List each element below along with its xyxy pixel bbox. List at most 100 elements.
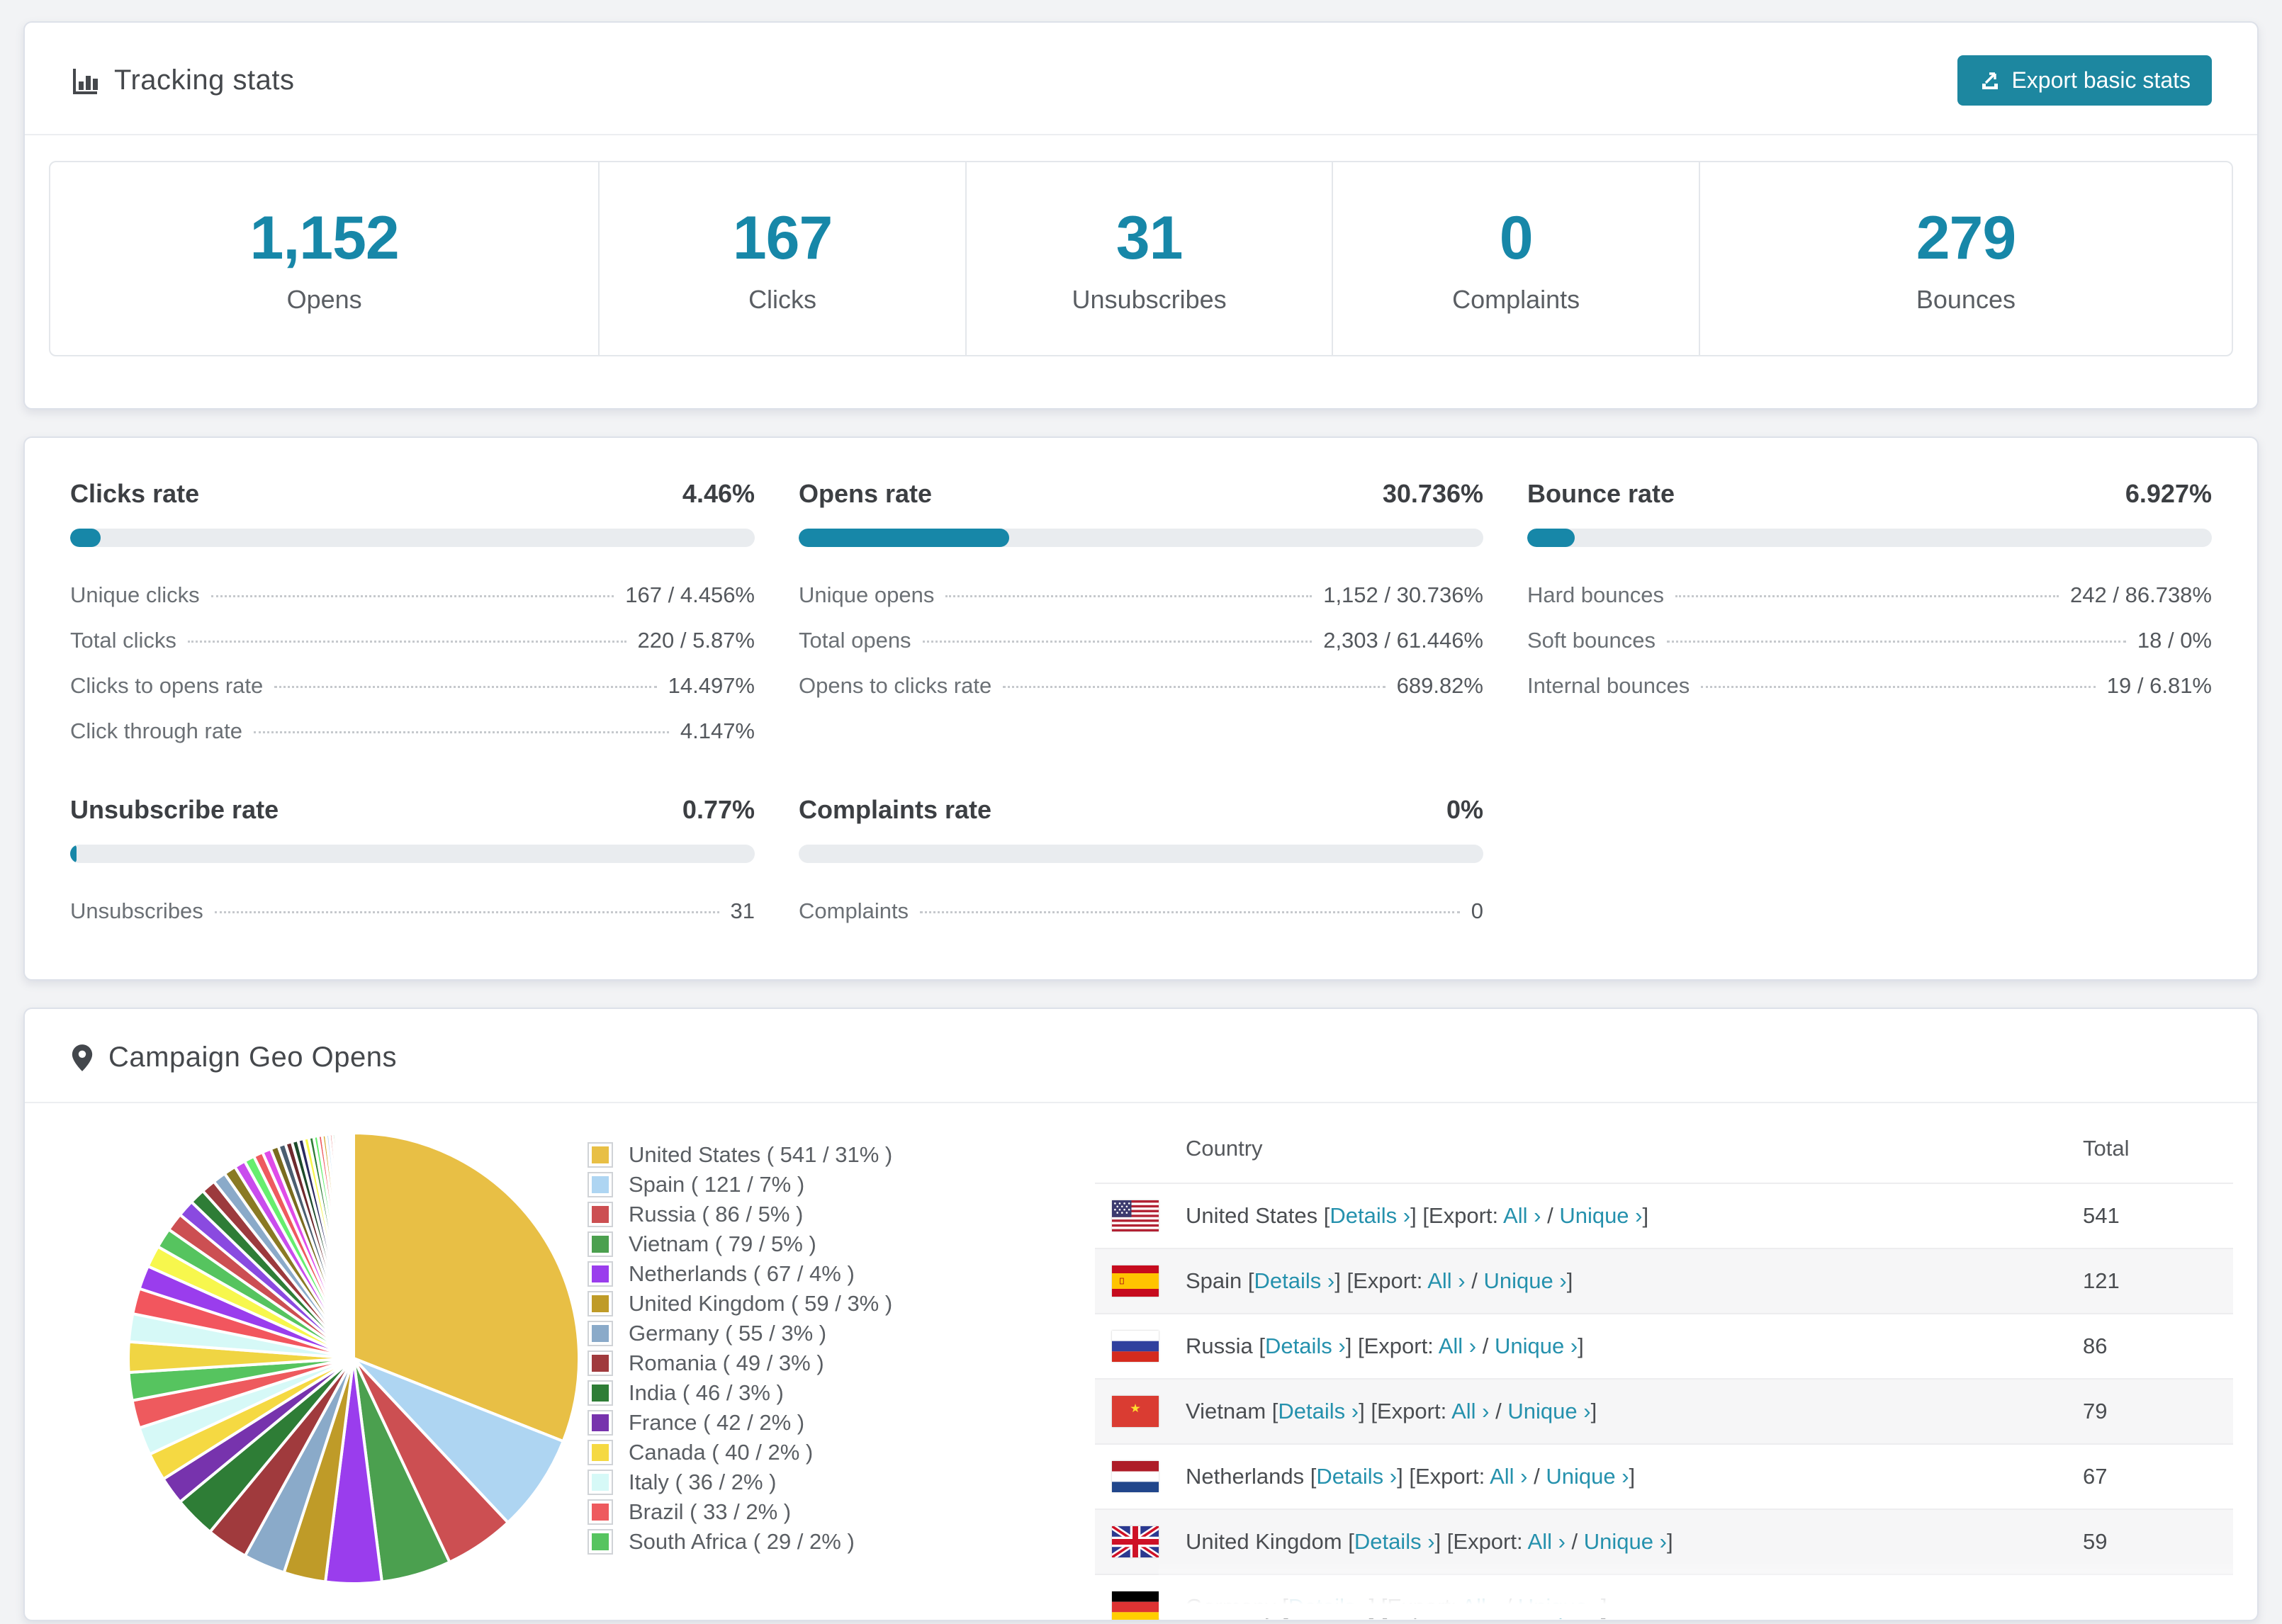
export-all-link[interactable]: All › (1490, 1464, 1527, 1489)
export-button-label: Export basic stats (2011, 67, 2191, 93)
complaints-rate-block: Complaints rate 0% Complaints 0 (799, 795, 1483, 934)
rate-row: Hard bounces 242 / 86.738% (1527, 573, 2212, 618)
country-flag-icon (1112, 1265, 1159, 1297)
export-all-link[interactable]: All › (1503, 1203, 1541, 1228)
export-all-link[interactable]: All › (1451, 1399, 1489, 1423)
rate-row-value: 220 / 5.87% (637, 628, 755, 653)
rate-row-value: 2,303 / 61.446% (1323, 628, 1483, 653)
export-unique-link[interactable]: Unique › (1484, 1268, 1567, 1293)
export-all-link[interactable]: All › (1427, 1268, 1465, 1293)
rate-row-label: Unique opens (799, 582, 935, 607)
rate-row-value: 14.497% (668, 673, 755, 698)
legend-item[interactable]: Italy ( 36 / 2% ) (588, 1467, 1084, 1497)
legend-item[interactable]: India ( 46 / 3% ) (588, 1378, 1084, 1408)
rate-row-value: 18 / 0% (2137, 628, 2212, 653)
legend-label: Russia ( 86 / 5% ) (629, 1202, 804, 1227)
clicks-rate-title: Clicks rate (70, 479, 200, 508)
details-link[interactable]: Details › (1316, 1464, 1397, 1489)
dotted-leader (253, 731, 669, 733)
geo-table-row: Netherlands [Details ›] [Export: All › /… (1095, 1443, 2233, 1509)
rate-row-label: Soft bounces (1527, 628, 1656, 653)
geo-opens-title: Campaign Geo Opens (108, 1042, 398, 1073)
export-unique-link[interactable]: Unique › (1507, 1399, 1590, 1423)
country-total: 59 (2083, 1529, 2108, 1554)
stat-complaints-label: Complaints (1452, 284, 1580, 314)
legend-item[interactable]: United Kingdom ( 59 / 3% ) (588, 1289, 1084, 1319)
geo-pie-chart[interactable] (120, 1124, 588, 1592)
country-total: 121 (2083, 1268, 2120, 1293)
details-link[interactable]: Details › (1330, 1203, 1410, 1228)
legend-label: Romania ( 49 / 3% ) (629, 1350, 824, 1375)
legend-swatch (588, 1410, 613, 1436)
export-unique-link[interactable]: Unique › (1584, 1529, 1667, 1554)
unsubscribe-rate-title: Unsubscribe rate (70, 795, 279, 824)
legend-item[interactable]: Brazil ( 33 / 2% ) (588, 1497, 1084, 1527)
legend-item[interactable]: Russia ( 86 / 5% ) (588, 1200, 1084, 1229)
clicks-rate-block: Clicks rate 4.46% Unique clicks 167 / 4.… (70, 479, 755, 754)
stat-complaints-value: 0 (1499, 203, 1534, 272)
export-unique-link[interactable]: Unique › (1518, 1594, 1601, 1619)
rate-row-label: Clicks to opens rate (70, 673, 264, 698)
rate-row: Unique opens 1,152 / 30.736% (799, 573, 1483, 618)
legend-item[interactable]: Germany ( 55 / 3% ) (588, 1319, 1084, 1348)
dotted-leader (1675, 595, 2059, 597)
country-name: United Kingdom (1186, 1529, 1342, 1554)
stat-complaints: 0 Complaints (1333, 162, 1700, 355)
stat-opens-value: 1,152 (249, 203, 400, 272)
legend-swatch (588, 1142, 613, 1168)
legend-swatch (588, 1321, 613, 1346)
details-link[interactable]: Details › (1288, 1594, 1369, 1619)
dotted-leader (1003, 686, 1386, 688)
legend-item[interactable]: United States ( 541 / 31% ) (588, 1140, 1084, 1170)
legend-item[interactable]: France ( 42 / 2% ) (588, 1408, 1084, 1438)
legend-item[interactable]: Vietnam ( 79 / 5% ) (588, 1229, 1084, 1259)
country-name: United States (1186, 1203, 1318, 1228)
export-unique-link[interactable]: Unique › (1495, 1333, 1578, 1358)
geo-pie-wrap (25, 1103, 588, 1596)
details-link[interactable]: Details › (1254, 1268, 1335, 1293)
legend-item[interactable]: Romania ( 49 / 3% ) (588, 1348, 1084, 1378)
export-unique-link[interactable]: Unique › (1546, 1464, 1629, 1489)
geo-pie-legend: United States ( 541 / 31% ) Spain ( 121 … (588, 1140, 1084, 1557)
legend-item[interactable]: Netherlands ( 67 / 4% ) (588, 1259, 1084, 1289)
clicks-rate-progress-fill (70, 529, 101, 547)
legend-item[interactable]: Canada ( 40 / 2% ) (588, 1438, 1084, 1467)
details-link[interactable]: Details › (1278, 1399, 1359, 1423)
dotted-leader (1666, 641, 2126, 643)
stat-unsubscribes: 31 Unsubscribes (967, 162, 1334, 355)
legend-swatch (588, 1350, 613, 1376)
export-basic-stats-button[interactable]: Export basic stats (1957, 55, 2212, 106)
legend-swatch (588, 1202, 613, 1227)
legend-label: Brazil ( 33 / 2% ) (629, 1499, 792, 1524)
legend-item[interactable]: Spain ( 121 / 7% ) (588, 1170, 1084, 1200)
dotted-leader (945, 595, 1313, 597)
rate-row: Clicks to opens rate 14.497% (70, 663, 755, 709)
export-all-link[interactable]: All › (1439, 1333, 1476, 1358)
country-total: 67 (2083, 1464, 2108, 1489)
rate-row-value: 0 (1471, 898, 1483, 923)
stat-clicks: 167 Clicks (600, 162, 967, 355)
legend-item[interactable]: South Africa ( 29 / 2% ) (588, 1527, 1084, 1557)
rate-row-label: Total opens (799, 628, 911, 653)
complaints-rate-progressbar (799, 845, 1483, 863)
details-link[interactable]: Details › (1354, 1529, 1435, 1554)
legend-label: South Africa ( 29 / 2% ) (629, 1529, 855, 1554)
clicks-rate-progressbar (70, 529, 755, 547)
bounce-rate-progressbar (1527, 529, 2212, 547)
geo-table-header: Country Total (1095, 1119, 2233, 1183)
country-total: 86 (2083, 1333, 2108, 1358)
export-all-link[interactable]: All › (1461, 1594, 1499, 1619)
details-link[interactable]: Details › (1265, 1333, 1346, 1358)
opens-rate-progress-fill (799, 529, 1009, 547)
country-name: Russia (1186, 1333, 1253, 1358)
geo-table-row: Spain [Details ›] [Export: All › / Uniqu… (1095, 1248, 2233, 1313)
rate-row-value: 1,152 / 30.736% (1323, 582, 1483, 607)
pie-slice[interactable] (351, 1131, 355, 1360)
country-flag-icon (1112, 1461, 1159, 1492)
bounce-rate-progress-fill (1527, 529, 1575, 547)
rate-row: Soft bounces 18 / 0% (1527, 618, 2212, 663)
dotted-leader (922, 641, 1313, 643)
export-unique-link[interactable]: Unique › (1559, 1203, 1642, 1228)
export-all-link[interactable]: All › (1528, 1529, 1566, 1554)
legend-label: Spain ( 121 / 7% ) (629, 1172, 805, 1197)
